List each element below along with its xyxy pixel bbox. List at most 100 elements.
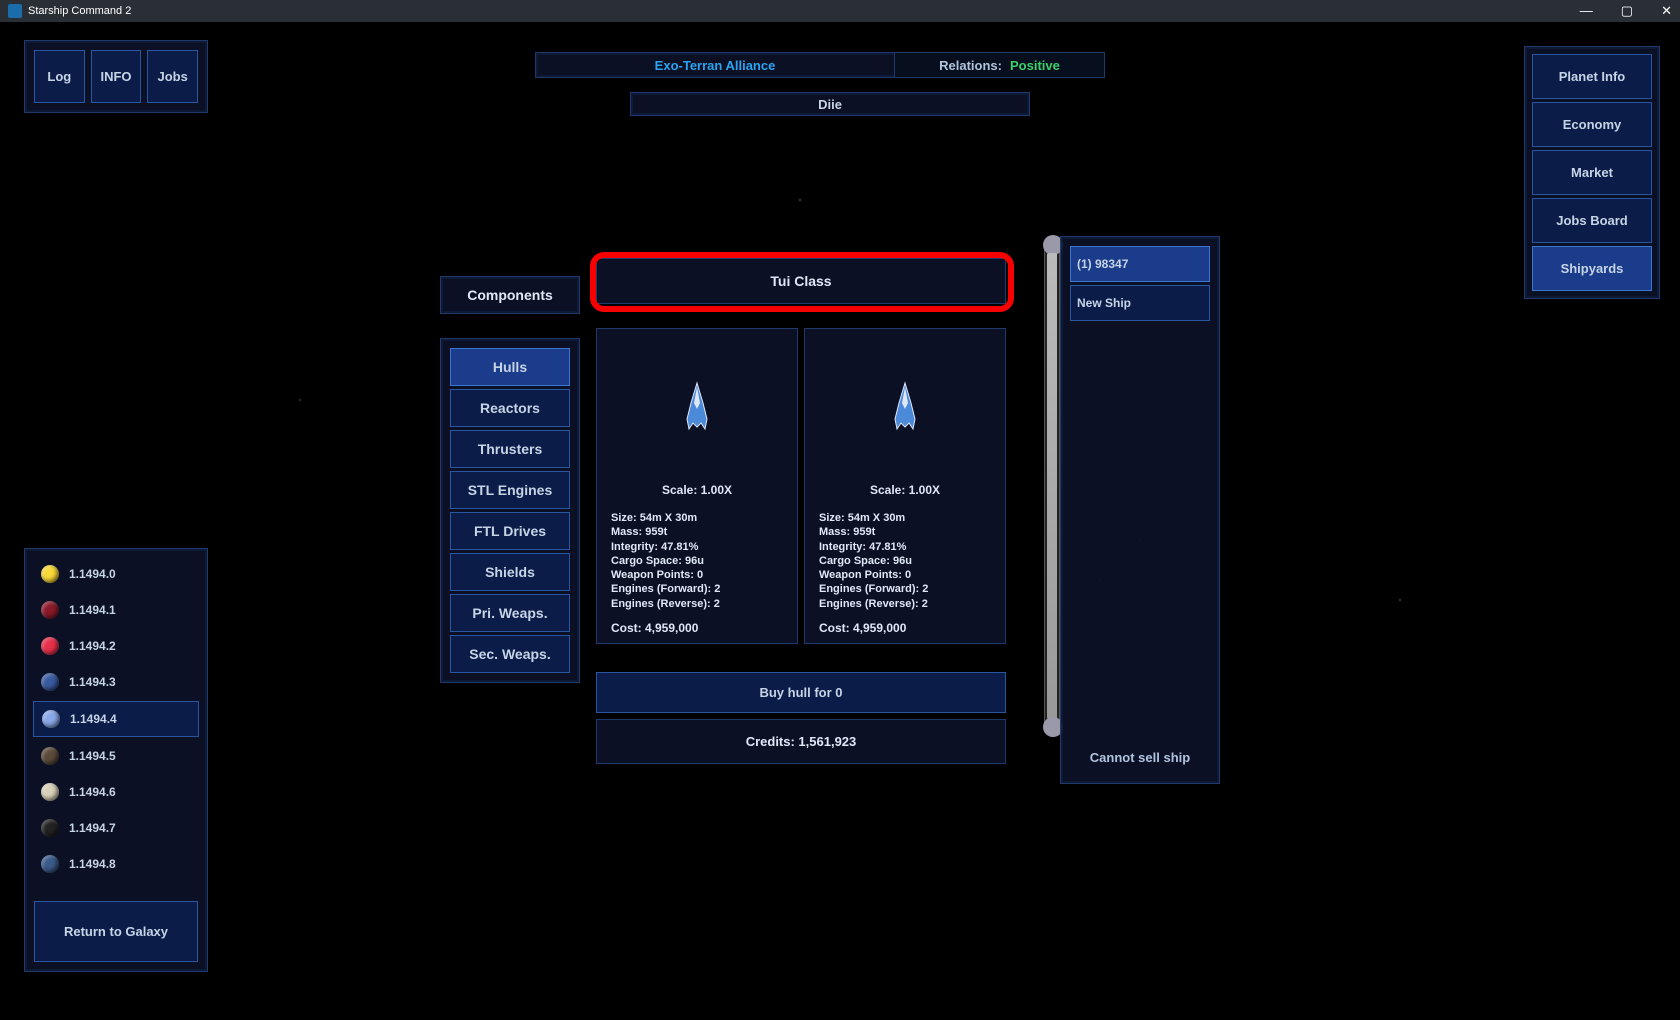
ship-slot-1[interactable]: New Ship xyxy=(1070,285,1210,321)
right-menu: Planet InfoEconomyMarketJobs BoardShipya… xyxy=(1524,46,1660,299)
component-sec--weaps-[interactable]: Sec. Weaps. xyxy=(450,635,570,673)
planet-label: 1.1494.1 xyxy=(69,603,116,617)
faction-name: Exo-Terran Alliance xyxy=(536,58,894,73)
credits-label: Credits: 1,561,923 xyxy=(596,719,1006,764)
spec-size: Size: 54m X 30m xyxy=(819,511,991,525)
planet-orb-icon xyxy=(41,855,59,873)
spec-engf: Engines (Forward): 2 xyxy=(819,582,991,596)
spec-engf: Engines (Forward): 2 xyxy=(611,582,783,596)
planet-orb-icon xyxy=(41,673,59,691)
planet-row-5[interactable]: 1.1494.5 xyxy=(33,739,199,773)
relations-label: Relations: xyxy=(939,58,1002,73)
maximize-icon[interactable]: ▢ xyxy=(1621,3,1633,19)
faction-bar: Exo-Terran Alliance Relations: Positive xyxy=(535,52,1105,78)
spec-mass: Mass: 959t xyxy=(611,525,783,539)
planet-row-6[interactable]: 1.1494.6 xyxy=(33,775,199,809)
component-shields[interactable]: Shields xyxy=(450,553,570,591)
cost-label: Cost: 4,959,000 xyxy=(611,621,783,635)
planet-label: 1.1494.3 xyxy=(69,675,116,689)
return-to-galaxy-button[interactable]: Return to Galaxy xyxy=(34,901,198,962)
location-name: Diie xyxy=(818,97,842,112)
component-thrusters[interactable]: Thrusters xyxy=(450,430,570,468)
planet-label: 1.1494.4 xyxy=(70,712,117,726)
component-reactors[interactable]: Reactors xyxy=(450,389,570,427)
planet-label: 1.1494.6 xyxy=(69,785,116,799)
info-button[interactable]: INFO xyxy=(91,50,142,103)
component-ftl-drives[interactable]: FTL Drives xyxy=(450,512,570,550)
planet-row-4[interactable]: 1.1494.4 xyxy=(33,701,199,737)
spec-size: Size: 54m X 30m xyxy=(611,511,783,525)
planet-row-7[interactable]: 1.1494.7 xyxy=(33,811,199,845)
planet-label: 1.1494.5 xyxy=(69,749,116,763)
location-bar: Diie xyxy=(630,92,1030,116)
planet-orb-icon xyxy=(41,637,59,655)
spec-list: Size: 54m X 30m Mass: 959t Integrity: 47… xyxy=(611,511,783,611)
planet-label: 1.1494.7 xyxy=(69,821,116,835)
ship-graphic xyxy=(611,337,783,477)
spec-engr: Engines (Reverse): 2 xyxy=(611,597,783,611)
buy-button[interactable]: Buy hull for 0 xyxy=(596,672,1006,713)
right-menu-planet-info[interactable]: Planet Info xyxy=(1532,54,1652,99)
component-stl-engines[interactable]: STL Engines xyxy=(450,471,570,509)
ship-slot-0[interactable]: (1) 98347 xyxy=(1070,246,1210,282)
relations-value: Positive xyxy=(1010,58,1060,73)
component-pri--weaps-[interactable]: Pri. Weaps. xyxy=(450,594,570,632)
cannot-sell-label: Cannot sell ship xyxy=(1061,750,1219,765)
planet-row-0[interactable]: 1.1494.0 xyxy=(33,557,199,591)
planet-orb-icon xyxy=(41,819,59,837)
cost-label: Cost: 4,959,000 xyxy=(819,621,991,635)
top-left-panel: Log INFO Jobs xyxy=(24,40,208,113)
planet-orb-icon xyxy=(41,601,59,619)
minimize-icon[interactable]: — xyxy=(1580,3,1593,19)
spec-cargo: Cargo Space: 96u xyxy=(819,554,991,568)
scale-label: Scale: 1.00X xyxy=(611,483,783,497)
log-button[interactable]: Log xyxy=(34,50,85,103)
buy-bar: Buy hull for 0 Credits: 1,561,923 xyxy=(596,672,1006,764)
planet-orb-icon xyxy=(41,565,59,583)
spec-list: Size: 54m X 30m Mass: 959t Integrity: 47… xyxy=(819,511,991,611)
ship-slots-panel: (1) 98347New Ship Cannot sell ship xyxy=(1060,236,1220,784)
spec-weapons: Weapon Points: 0 xyxy=(611,568,783,582)
spec-cargo: Cargo Space: 96u xyxy=(611,554,783,568)
ship-icon xyxy=(885,381,925,433)
components-header: Components xyxy=(441,277,579,313)
planet-row-2[interactable]: 1.1494.2 xyxy=(33,629,199,663)
ship-graphic xyxy=(819,337,991,477)
ship-card-right[interactable]: Scale: 1.00X Size: 54m X 30m Mass: 959t … xyxy=(804,328,1006,644)
ship-card-left[interactable]: Scale: 1.00X Size: 54m X 30m Mass: 959t … xyxy=(596,328,798,644)
scale-label: Scale: 1.00X xyxy=(819,483,991,497)
planet-orb-icon xyxy=(41,783,59,801)
component-hulls[interactable]: Hulls xyxy=(450,348,570,386)
close-icon[interactable]: ✕ xyxy=(1661,3,1672,19)
class-header[interactable]: Tui Class xyxy=(596,258,1006,304)
components-header-panel: Components xyxy=(440,276,580,314)
app-icon xyxy=(8,4,22,18)
ship-cards: Scale: 1.00X Size: 54m X 30m Mass: 959t … xyxy=(596,328,1006,644)
right-menu-economy[interactable]: Economy xyxy=(1532,102,1652,147)
spec-integrity: Integrity: 47.81% xyxy=(611,540,783,554)
jobs-button[interactable]: Jobs xyxy=(147,50,198,103)
scrollbar[interactable] xyxy=(1044,248,1060,724)
planet-label: 1.1494.8 xyxy=(69,857,116,871)
relations-box: Relations: Positive xyxy=(894,53,1104,77)
spec-integrity: Integrity: 47.81% xyxy=(819,540,991,554)
window-title: Starship Command 2 xyxy=(28,5,131,17)
planet-orb-icon xyxy=(41,747,59,765)
planet-row-8[interactable]: 1.1494.8 xyxy=(33,847,199,881)
planet-label: 1.1494.0 xyxy=(69,567,116,581)
ship-icon xyxy=(677,381,717,433)
right-menu-shipyards[interactable]: Shipyards xyxy=(1532,246,1652,291)
planet-list: 1.1494.0 1.1494.1 1.1494.2 1.1494.3 1.1494.4… xyxy=(24,548,208,972)
right-menu-jobs-board[interactable]: Jobs Board xyxy=(1532,198,1652,243)
right-menu-market[interactable]: Market xyxy=(1532,150,1652,195)
planet-row-1[interactable]: 1.1494.1 xyxy=(33,593,199,627)
window-titlebar: Starship Command 2 — ▢ ✕ xyxy=(0,0,1680,22)
class-name: Tui Class xyxy=(770,273,831,289)
components-panel: HullsReactorsThrustersSTL EnginesFTL Dri… xyxy=(440,338,580,683)
planet-row-3[interactable]: 1.1494.3 xyxy=(33,665,199,699)
spec-engr: Engines (Reverse): 2 xyxy=(819,597,991,611)
planet-orb-icon xyxy=(42,710,60,728)
planet-label: 1.1494.2 xyxy=(69,639,116,653)
scrollbar-thumb[interactable] xyxy=(1047,253,1057,719)
spec-weapons: Weapon Points: 0 xyxy=(819,568,991,582)
